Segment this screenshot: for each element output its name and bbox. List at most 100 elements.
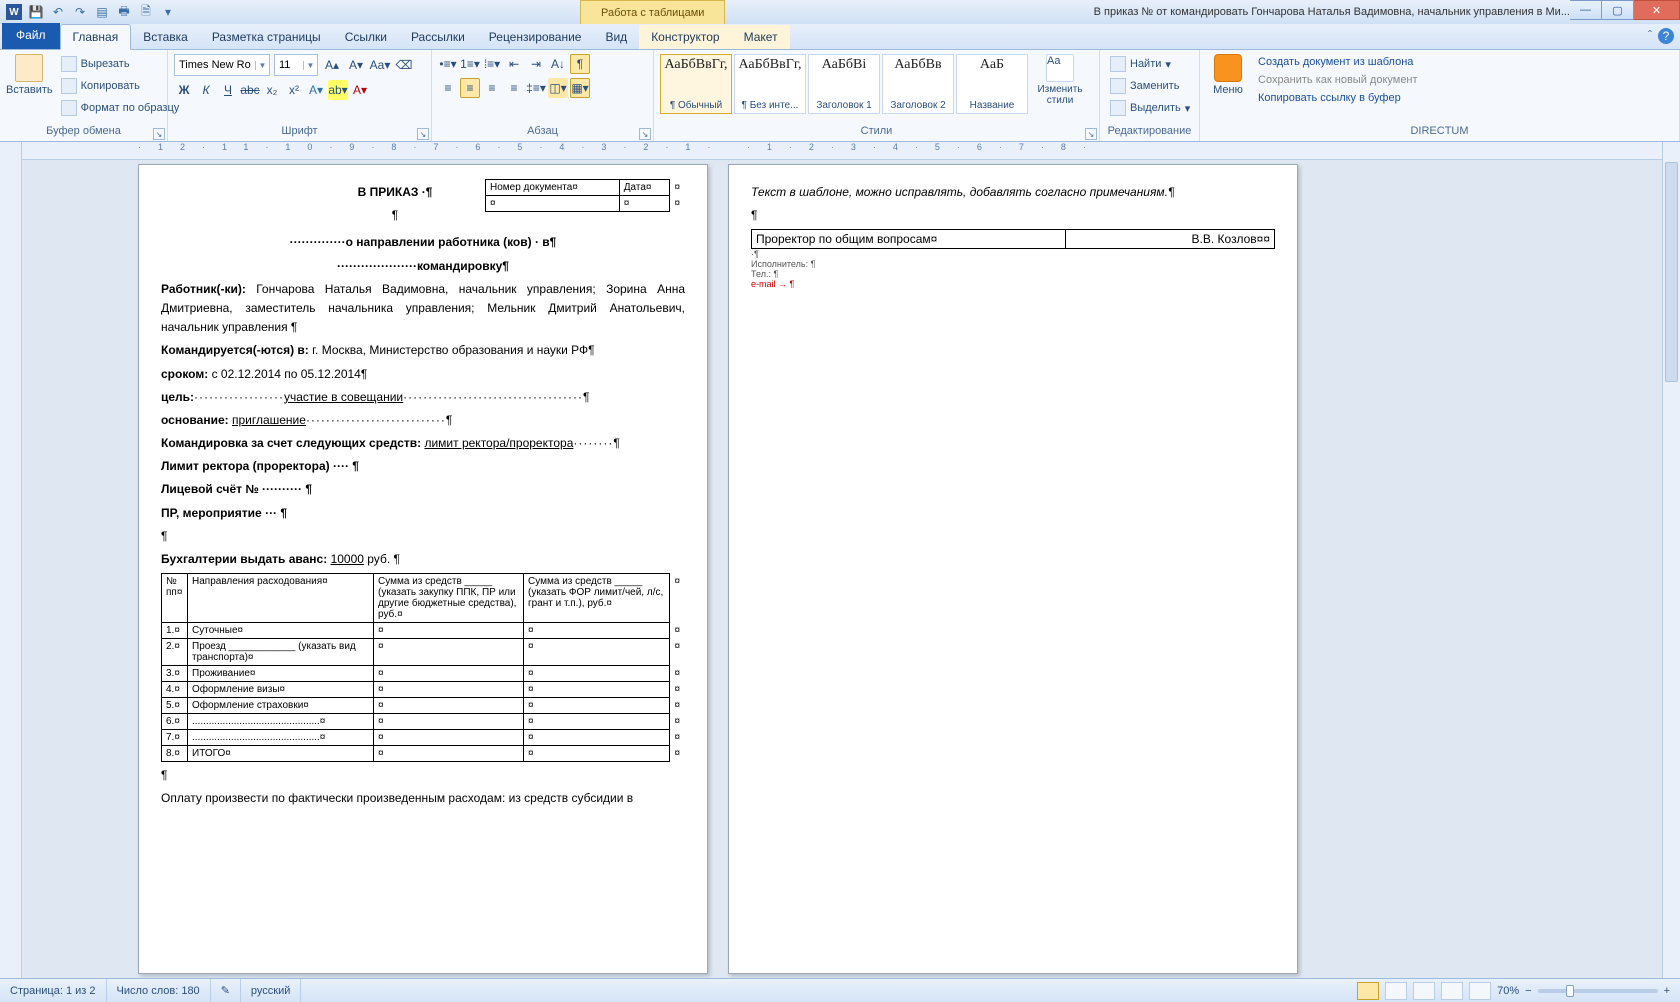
- align-left-button[interactable]: ≡: [438, 78, 458, 98]
- maximize-button[interactable]: ▢: [1602, 0, 1634, 20]
- view-draft-button[interactable]: [1469, 982, 1491, 1000]
- table-row[interactable]: 6.¤.....................................…: [162, 714, 685, 730]
- bullets-button[interactable]: •≡▾: [438, 54, 458, 74]
- status-page[interactable]: Страница: 1 из 2: [0, 979, 107, 1002]
- table-row[interactable]: 8.¤ИТОГО¤¤¤¤: [162, 746, 685, 762]
- font-name-combo[interactable]: Times New Ro▼: [174, 54, 270, 76]
- zoom-value[interactable]: 70%: [1497, 985, 1519, 997]
- zoom-in-button[interactable]: +: [1664, 985, 1670, 997]
- styles-gallery[interactable]: АаБбВвГг,¶ ОбычныйАаБбВвГг,¶ Без инте...…: [660, 54, 1028, 114]
- vertical-scrollbar[interactable]: [1662, 142, 1680, 978]
- style-item[interactable]: АаБбВвГг,¶ Обычный: [660, 54, 732, 114]
- shading-button[interactable]: ◫▾: [548, 78, 568, 98]
- bold-button[interactable]: Ж: [174, 80, 194, 100]
- multilevel-button[interactable]: ⁞≡▾: [482, 54, 502, 74]
- tab-home[interactable]: Главная: [60, 24, 132, 50]
- status-spell[interactable]: ✎: [211, 979, 241, 1002]
- tab-review[interactable]: Рецензирование: [477, 25, 594, 49]
- vertical-ruler[interactable]: [0, 142, 22, 978]
- tab-page-layout[interactable]: Разметка страницы: [200, 25, 333, 49]
- undo-icon[interactable]: ↶: [50, 4, 66, 20]
- underline-button[interactable]: Ч: [218, 80, 238, 100]
- dialog-launcher-icon[interactable]: ↘: [639, 128, 651, 140]
- justify-button[interactable]: ≡: [504, 78, 524, 98]
- file-tab[interactable]: Файл: [2, 23, 60, 49]
- style-item[interactable]: АаБбВвЗаголовок 2: [882, 54, 954, 114]
- table-row[interactable]: 2.¤Проезд ____________ (указать вид тран…: [162, 639, 685, 666]
- status-language[interactable]: русский: [241, 979, 301, 1002]
- subscript-button[interactable]: x₂: [262, 80, 282, 100]
- directum-menu-button[interactable]: Меню: [1206, 54, 1250, 96]
- align-center-button[interactable]: ≡: [460, 78, 480, 98]
- redo-icon[interactable]: ↷: [72, 4, 88, 20]
- grow-font-button[interactable]: A▴: [322, 55, 342, 75]
- close-button[interactable]: ✕: [1634, 0, 1680, 20]
- superscript-button[interactable]: x²: [284, 80, 304, 100]
- format-painter-button[interactable]: Формат по образцу: [57, 98, 184, 118]
- new-icon[interactable]: ▤: [94, 4, 110, 20]
- help-icon[interactable]: ?: [1658, 28, 1674, 44]
- change-styles-button[interactable]: Aa Изменить стили: [1032, 54, 1088, 106]
- scrollbar-thumb[interactable]: [1665, 162, 1678, 382]
- dialog-launcher-icon[interactable]: ↘: [1085, 128, 1097, 140]
- style-item[interactable]: АаБбВвГг,¶ Без инте...: [734, 54, 806, 114]
- directum-saveas-link[interactable]: Сохранить как новый документ: [1254, 72, 1422, 88]
- cut-button[interactable]: Вырезать: [57, 54, 184, 74]
- expense-table[interactable]: № пп¤ Направления расходования¤ Сумма из…: [161, 573, 685, 762]
- view-print-layout-button[interactable]: [1357, 982, 1379, 1000]
- table-row[interactable]: 3.¤Проживание¤¤¤¤: [162, 666, 685, 682]
- table-row[interactable]: 1.¤Суточные¤¤¤¤: [162, 623, 685, 639]
- find-button[interactable]: Найти ▾: [1106, 54, 1194, 74]
- clear-format-button[interactable]: ⌫: [394, 55, 414, 75]
- minimize-button[interactable]: —: [1570, 0, 1602, 20]
- status-words[interactable]: Число слов: 180: [107, 979, 211, 1002]
- highlight-button[interactable]: ab▾: [328, 80, 348, 100]
- view-fullscreen-button[interactable]: [1385, 982, 1407, 1000]
- font-color-button[interactable]: A▾: [350, 80, 370, 100]
- minimize-ribbon-icon[interactable]: ˆ: [1648, 28, 1652, 44]
- numbering-button[interactable]: 1≡▾: [460, 54, 480, 74]
- directum-create-link[interactable]: Создать документ из шаблона: [1254, 54, 1422, 70]
- style-item[interactable]: АаБНазвание: [956, 54, 1028, 114]
- tab-table-design[interactable]: Конструктор: [639, 25, 731, 49]
- save-icon[interactable]: 💾: [28, 4, 44, 20]
- borders-button[interactable]: ▦▾: [570, 78, 590, 98]
- tab-insert[interactable]: Вставка: [131, 25, 200, 49]
- page-1[interactable]: В ПРИКАЗ ·¶ ¶ Номер документа¤Дата¤¤ ¤¤¤…: [138, 164, 708, 974]
- view-web-button[interactable]: [1413, 982, 1435, 1000]
- increase-indent-button[interactable]: ⇥: [526, 54, 546, 74]
- change-case-button[interactable]: Aa▾: [370, 55, 390, 75]
- decrease-indent-button[interactable]: ⇤: [504, 54, 524, 74]
- tab-references[interactable]: Ссылки: [333, 25, 399, 49]
- table-row[interactable]: 7.¤.....................................…: [162, 730, 685, 746]
- print-icon[interactable]: 🖶: [116, 4, 132, 20]
- page-2[interactable]: Текст в шаблоне, можно исправлять, добав…: [728, 164, 1298, 974]
- qat-more-icon[interactable]: ▾: [160, 4, 176, 20]
- style-item[interactable]: АаБбВіЗаголовок 1: [808, 54, 880, 114]
- zoom-out-button[interactable]: −: [1525, 985, 1531, 997]
- text-effects-button[interactable]: A▾: [306, 80, 326, 100]
- preview-icon[interactable]: 🗎: [138, 4, 154, 20]
- sort-button[interactable]: A↓: [548, 54, 568, 74]
- tab-view[interactable]: Вид: [593, 25, 639, 49]
- font-size-combo[interactable]: 11▼: [274, 54, 318, 76]
- zoom-slider[interactable]: [1538, 989, 1658, 993]
- shrink-font-button[interactable]: A▾: [346, 55, 366, 75]
- table-row[interactable]: 5.¤Оформление страховки¤¤¤¤: [162, 698, 685, 714]
- dialog-launcher-icon[interactable]: ↘: [417, 128, 429, 140]
- strike-button[interactable]: abc: [240, 80, 260, 100]
- line-spacing-button[interactable]: ‡≡▾: [526, 78, 546, 98]
- tab-mailings[interactable]: Рассылки: [399, 25, 477, 49]
- tab-table-layout[interactable]: Макет: [732, 25, 790, 49]
- replace-button[interactable]: Заменить: [1106, 76, 1194, 96]
- view-outline-button[interactable]: [1441, 982, 1463, 1000]
- italic-button[interactable]: К: [196, 80, 216, 100]
- select-button[interactable]: Выделить ▾: [1106, 98, 1194, 118]
- horizontal-ruler[interactable]: ·12·11·10·9·8·7·6·5·4·3·2·1· ·1·2·3·4·5·…: [22, 142, 1680, 160]
- paste-button[interactable]: Вставить: [6, 54, 53, 96]
- show-paragraph-marks-button[interactable]: ¶: [570, 54, 590, 74]
- zoom-knob[interactable]: [1566, 985, 1574, 997]
- copy-button[interactable]: Копировать: [57, 76, 184, 96]
- table-row[interactable]: 4.¤Оформление визы¤¤¤¤: [162, 682, 685, 698]
- directum-copyref-link[interactable]: Копировать ссылку в буфер: [1254, 90, 1422, 106]
